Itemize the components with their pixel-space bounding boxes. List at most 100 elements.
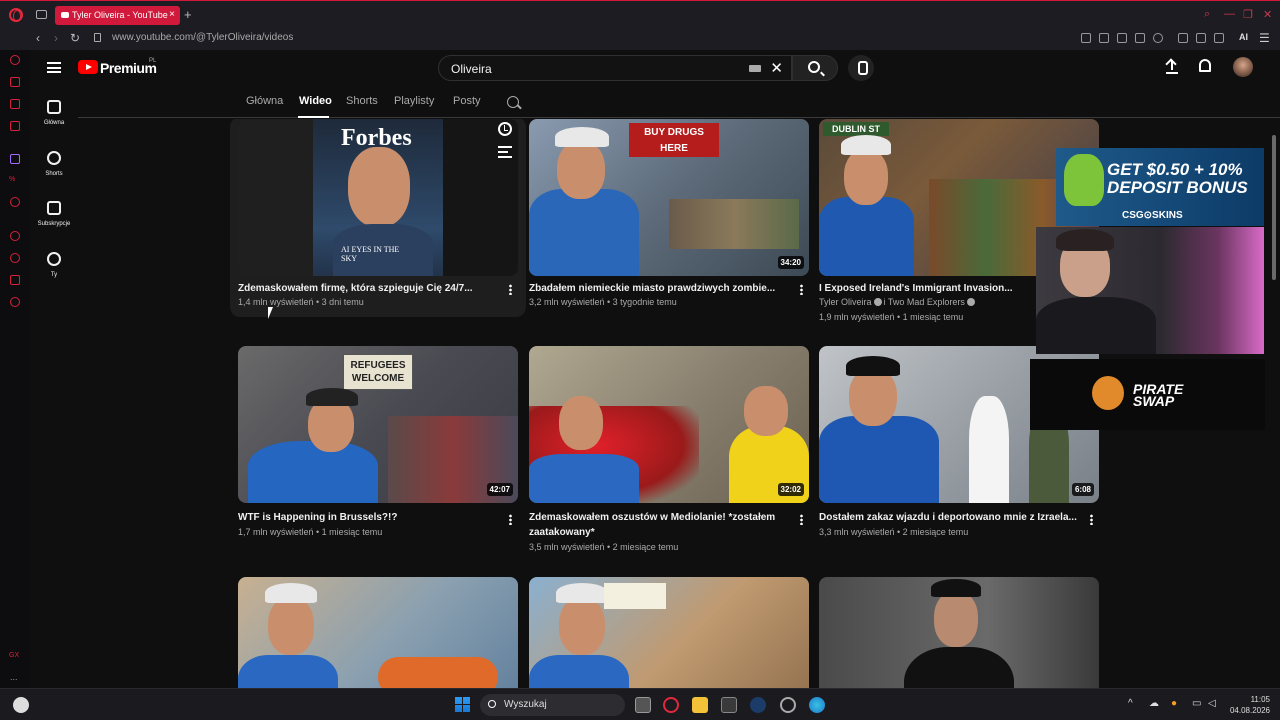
sidebar-more-icon[interactable]: ... xyxy=(10,672,18,682)
watch-later-clock-icon[interactable] xyxy=(498,122,512,136)
history-icon[interactable] xyxy=(10,253,20,263)
voice-search-mic-icon[interactable] xyxy=(848,55,874,81)
start-windows-icon[interactable] xyxy=(455,697,470,712)
sidebar-item-subscriptions[interactable]: Subskrypcje xyxy=(30,201,78,227)
tab-playlists[interactable]: Playlisty xyxy=(394,95,434,107)
more-options-icon[interactable] xyxy=(1090,514,1093,525)
tab-close-icon[interactable]: × xyxy=(169,9,175,20)
person-jacket xyxy=(248,441,378,503)
video-title[interactable]: Zdemaskowałem firmę, która szpieguje Cię… xyxy=(238,281,500,296)
video-thumbnail[interactable]: 32:02 xyxy=(529,346,809,503)
pin-extension-icon[interactable] xyxy=(1081,33,1091,43)
pirate-logo-icon xyxy=(1092,376,1124,410)
widgets-weather-icon[interactable] xyxy=(13,697,29,713)
add-to-queue-icon[interactable] xyxy=(498,146,512,158)
more-options-icon[interactable] xyxy=(800,284,803,295)
gx-corner-icon[interactable] xyxy=(10,77,20,87)
url-field[interactable]: www.youtube.com/@TylerOliveira/videos xyxy=(112,32,293,43)
onedrive-icon[interactable]: ☁ xyxy=(1149,698,1159,709)
adblock-extension-icon[interactable] xyxy=(1117,33,1127,43)
youtube-logo-icon[interactable] xyxy=(78,60,98,74)
tab-videos[interactable]: Wideo xyxy=(299,95,332,107)
settings-gear-taskbar-icon[interactable] xyxy=(780,697,796,713)
csgo-skins-ad[interactable]: GET $0.50 + 10% DEPOSIT BONUS CSG⊙SKINS xyxy=(1056,148,1264,226)
extensions-icon[interactable] xyxy=(1178,33,1188,43)
messenger-icon[interactable] xyxy=(10,99,20,109)
video-thumbnail[interactable] xyxy=(819,577,1099,688)
sidebar-item-shorts[interactable]: Shorts xyxy=(30,151,78,177)
opera-gx-taskbar-icon[interactable] xyxy=(663,697,679,713)
account-extension-icon[interactable] xyxy=(1196,33,1206,43)
minimize-button[interactable]: — xyxy=(1224,8,1235,20)
restore-button[interactable]: ❐ xyxy=(1243,8,1253,21)
extensions-sidebar-icon[interactable] xyxy=(10,275,20,285)
new-tab-button[interactable]: + xyxy=(184,7,192,22)
opera-gx-logo-icon[interactable] xyxy=(9,8,23,22)
brand-premium[interactable]: Premium xyxy=(100,60,157,76)
taskbar-search[interactable]: Wyszukaj xyxy=(480,694,625,716)
create-upload-icon[interactable] xyxy=(1166,60,1178,74)
video-thumbnail[interactable] xyxy=(238,577,518,688)
player-icon[interactable] xyxy=(10,231,20,241)
forward-button[interactable]: › xyxy=(54,31,58,45)
channel-name[interactable]: Tyler Oliveira xyxy=(819,297,872,307)
edge-icon[interactable] xyxy=(809,697,825,713)
workspaces-icon[interactable] xyxy=(36,10,47,19)
tab-home[interactable]: Główna xyxy=(246,95,283,107)
search-input[interactable]: Oliveira ✕ xyxy=(438,55,792,81)
twitch-icon[interactable] xyxy=(10,154,20,164)
volume-icon[interactable]: ◁ xyxy=(1208,698,1216,709)
steam-icon[interactable] xyxy=(750,697,766,713)
video-title[interactable]: WTF is Happening in Brussels?!? xyxy=(238,510,500,525)
news-icon[interactable] xyxy=(10,121,20,131)
video-thumbnail[interactable]: REFUGEES WELCOME 42:07 xyxy=(238,346,518,503)
microsoft-store-icon[interactable] xyxy=(721,697,737,713)
more-options-icon[interactable] xyxy=(509,284,512,295)
search-tabs-icon[interactable]: ⌕ xyxy=(1204,8,1210,21)
video-thumbnail[interactable] xyxy=(529,577,809,688)
back-button[interactable]: ‹ xyxy=(36,31,40,45)
scrollbar-thumb[interactable] xyxy=(1272,135,1276,280)
taskbar-clock[interactable]: 11:05 04.08.2026 xyxy=(1226,694,1270,716)
settings-gear-icon[interactable] xyxy=(10,297,20,307)
tab-shorts[interactable]: Shorts xyxy=(346,95,378,107)
menu-hamburger-icon[interactable] xyxy=(47,62,61,73)
gx-control-icon[interactable] xyxy=(10,55,20,65)
clear-search-icon[interactable]: ✕ xyxy=(770,59,783,77)
person-cap xyxy=(555,127,609,147)
video-thumbnail[interactable]: BUY DRUGS HERE 34:20 xyxy=(529,119,809,276)
pirateswap-sponsor[interactable]: PIRATE SWAP xyxy=(1030,359,1265,430)
tab-posts[interactable]: Posty xyxy=(453,95,481,107)
percent-icon[interactable]: % xyxy=(9,176,15,183)
avatar[interactable] xyxy=(1233,57,1253,77)
file-explorer-icon[interactable] xyxy=(692,697,708,713)
keyboard-icon[interactable] xyxy=(749,65,761,72)
microphone-tray-icon[interactable]: ● xyxy=(1171,698,1177,709)
browser-tab-youtube[interactable]: Tyler Oliveira - YouTube × xyxy=(55,6,180,25)
easy-setup-menu-icon[interactable]: ☰ xyxy=(1259,31,1270,45)
downloads-icon[interactable] xyxy=(1214,33,1224,43)
notifications-bell-icon[interactable] xyxy=(1199,59,1211,72)
sidebar-item-you[interactable]: Ty xyxy=(30,252,78,278)
network-icon[interactable]: ▭ xyxy=(1192,698,1201,709)
task-view-icon[interactable] xyxy=(635,697,651,713)
player-extension-icon[interactable] xyxy=(1135,33,1145,43)
snapshot-extension-icon[interactable] xyxy=(1099,33,1109,43)
video-title[interactable]: Zbadałem niemieckie miasto prawdziwych z… xyxy=(529,281,791,296)
favorites-heart-icon[interactable] xyxy=(1153,33,1163,43)
video-title[interactable]: Dostałem zakaz wjazdu i deportowano mnie… xyxy=(819,510,1081,525)
music-player-icon[interactable] xyxy=(10,197,20,207)
more-options-icon[interactable] xyxy=(800,514,803,525)
channel-search-icon[interactable] xyxy=(507,96,519,108)
aria-ai-button[interactable]: AI xyxy=(1239,32,1248,42)
person-face xyxy=(348,147,410,227)
reload-icon[interactable]: ↻ xyxy=(70,31,80,45)
tray-overflow-chevron-icon[interactable]: ^ xyxy=(1128,698,1133,709)
more-options-icon[interactable] xyxy=(509,514,512,525)
search-button[interactable] xyxy=(792,55,838,81)
video-title[interactable]: Zdemaskowałem oszustów w Mediolanie! *zo… xyxy=(529,510,791,540)
sidebar-item-home[interactable]: Główna xyxy=(30,100,78,126)
video-thumbnail[interactable]: Forbes AI EYES IN THE SKY xyxy=(238,119,518,276)
close-button[interactable]: ✕ xyxy=(1263,8,1272,21)
collab-channel-name[interactable]: i Two Mad Explorers xyxy=(884,297,965,307)
